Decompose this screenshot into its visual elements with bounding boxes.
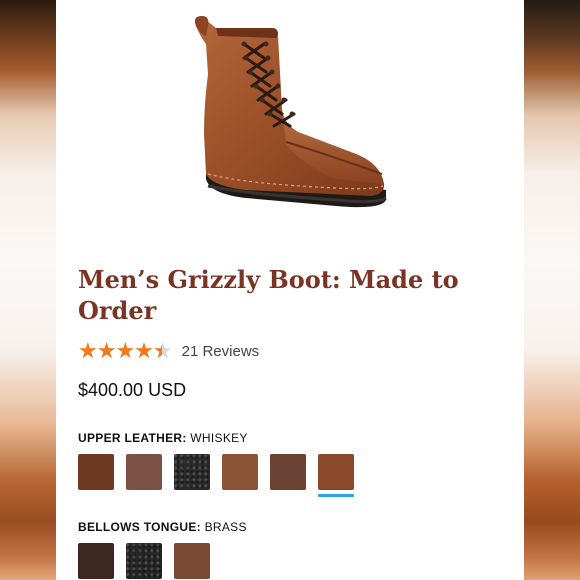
upper-leather-swatch[interactable]: [174, 454, 210, 490]
bellows-tongue-swatches: [78, 543, 210, 579]
upper-leather-label: UPPER LEATHER: WHISKEY: [78, 431, 248, 445]
blurred-background-left: [0, 0, 56, 580]
star-rating-filled: ★★★★★: [78, 340, 162, 362]
bellows-tongue-swatch[interactable]: [174, 543, 210, 579]
upper-leather-swatches: [78, 454, 354, 497]
product-price: $400.00 USD: [78, 380, 187, 400]
product-title: Men’s Grizzly Boot: Made to Order: [78, 265, 459, 325]
blurred-background-right: [524, 0, 580, 580]
boot-illustration: [194, 16, 387, 208]
bellows-tongue-label-text: BELLOWS TONGUE:: [78, 520, 201, 534]
upper-leather-swatch[interactable]: [318, 454, 354, 497]
upper-leather-label-text: UPPER LEATHER:: [78, 431, 187, 445]
rating-row[interactable]: ★★★★★ ★★★★★ 21 Reviews: [78, 340, 259, 362]
upper-leather-swatch[interactable]: [270, 454, 306, 490]
bellows-tongue-swatch[interactable]: [78, 543, 114, 579]
reviews-link[interactable]: 21 Reviews: [182, 343, 260, 360]
upper-leather-swatch[interactable]: [222, 454, 258, 490]
upper-leather-swatch[interactable]: [78, 454, 114, 490]
bellows-tongue-label: BELLOWS TONGUE: BRASS: [78, 520, 247, 534]
star-rating: ★★★★★ ★★★★★: [78, 340, 173, 362]
product-page: Men’s Grizzly Boot: Made to Order ★★★★★ …: [56, 0, 524, 580]
upper-leather-value: WHISKEY: [190, 431, 248, 445]
upper-leather-swatch[interactable]: [126, 454, 162, 490]
bellows-tongue-value: BRASS: [204, 520, 247, 534]
bellows-tongue-swatch[interactable]: [126, 543, 162, 579]
product-image[interactable]: [186, 14, 396, 219]
